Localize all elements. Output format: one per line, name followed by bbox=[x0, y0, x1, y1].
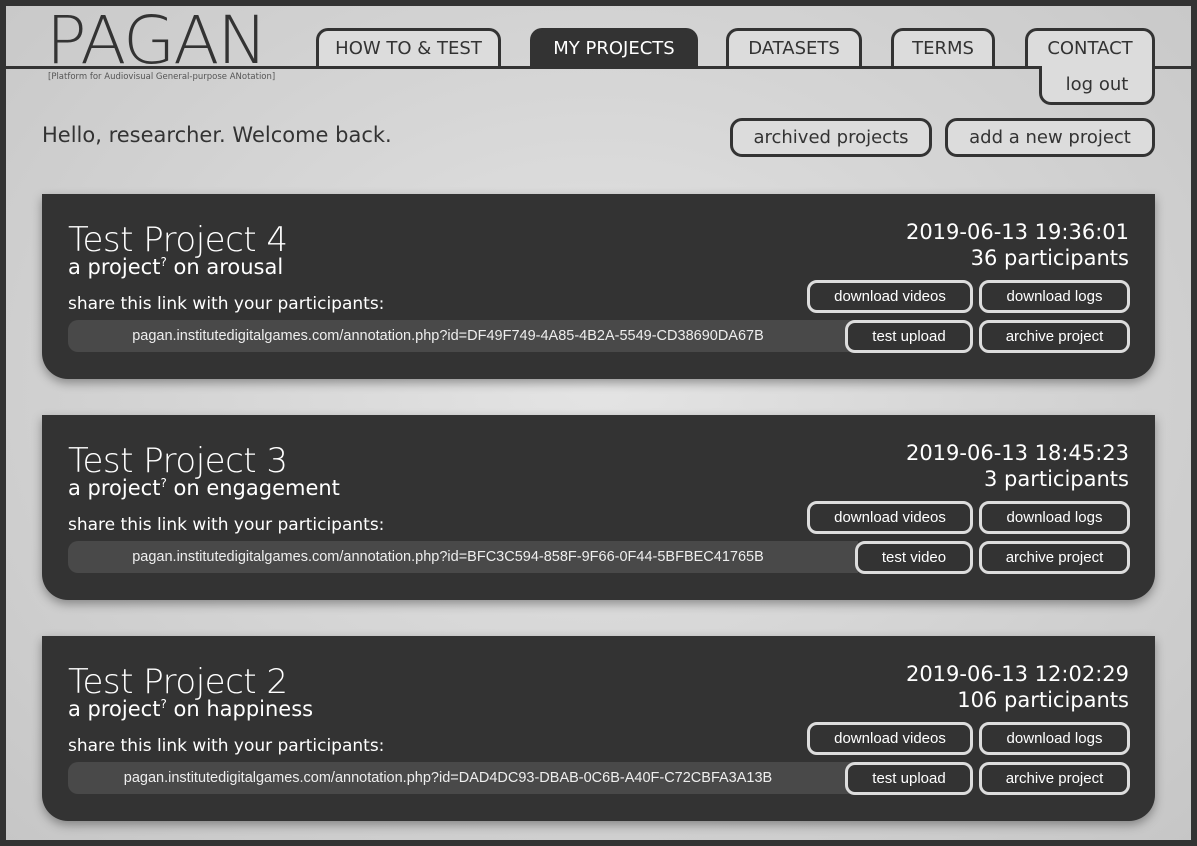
tab-contact[interactable]: CONTACT bbox=[1025, 28, 1155, 66]
participant-count: 36 participants bbox=[970, 246, 1129, 270]
logo[interactable]: PAGAN [Platform for Audiovisual General-… bbox=[46, 8, 275, 83]
participant-count: 3 participants bbox=[983, 467, 1129, 491]
tab-terms[interactable]: TERMS bbox=[891, 28, 995, 66]
test-upload-button[interactable]: test upload bbox=[845, 762, 973, 795]
archive-project-button[interactable]: archive project bbox=[979, 541, 1130, 574]
test-upload-button[interactable]: test upload bbox=[845, 320, 973, 353]
archive-project-button[interactable]: archive project bbox=[979, 320, 1130, 353]
logout-button[interactable]: log out bbox=[1039, 66, 1155, 105]
download-logs-button[interactable]: download logs bbox=[979, 280, 1130, 313]
subtitle-prefix: a project bbox=[68, 476, 161, 500]
share-link-field[interactable]: pagan.institutedigitalgames.com/annotati… bbox=[68, 541, 858, 573]
project-title: Test Project 4 bbox=[68, 220, 288, 260]
download-videos-button[interactable]: download videos bbox=[807, 501, 973, 534]
project-card: Test Project 2 a project? on happiness s… bbox=[42, 636, 1155, 821]
project-date: 2019-06-13 18:45:23 bbox=[905, 441, 1129, 465]
subtitle-topic: on happiness bbox=[166, 697, 314, 721]
subtitle-prefix: a project bbox=[68, 255, 161, 279]
project-card: Test Project 4 a project? on arousal sha… bbox=[42, 194, 1155, 379]
share-label: share this link with your participants: bbox=[68, 515, 385, 535]
archived-projects-button[interactable]: archived projects bbox=[730, 118, 932, 157]
participant-count: 106 participants bbox=[957, 688, 1129, 712]
tab-my-projects[interactable]: MY PROJECTS bbox=[530, 28, 698, 66]
test-video-button[interactable]: test video bbox=[855, 541, 973, 574]
project-subtitle: a project? on arousal bbox=[68, 255, 283, 279]
archive-project-button[interactable]: archive project bbox=[979, 762, 1130, 795]
project-date: 2019-06-13 12:02:29 bbox=[905, 662, 1129, 686]
project-title: Test Project 2 bbox=[68, 662, 288, 702]
download-logs-button[interactable]: download logs bbox=[979, 501, 1130, 534]
tab-datasets[interactable]: DATASETS bbox=[726, 28, 862, 66]
subtitle-topic: on engagement bbox=[166, 476, 340, 500]
tab-how-to-test[interactable]: HOW TO & TEST bbox=[316, 28, 501, 66]
project-subtitle: a project? on happiness bbox=[68, 697, 313, 721]
project-title: Test Project 3 bbox=[68, 441, 288, 481]
project-date: 2019-06-13 19:36:01 bbox=[905, 220, 1129, 244]
add-project-button[interactable]: add a new project bbox=[945, 118, 1155, 157]
share-link-field[interactable]: pagan.institutedigitalgames.com/annotati… bbox=[68, 762, 858, 794]
logo-title: PAGAN bbox=[46, 2, 268, 79]
download-logs-button[interactable]: download logs bbox=[979, 722, 1130, 755]
share-label: share this link with your participants: bbox=[68, 294, 385, 314]
subtitle-topic: on arousal bbox=[166, 255, 284, 279]
share-link-field[interactable]: pagan.institutedigitalgames.com/annotati… bbox=[68, 320, 858, 352]
project-card: Test Project 3 a project? on engagement … bbox=[42, 415, 1155, 600]
welcome-message: Hello, researcher. Welcome back. bbox=[42, 123, 392, 147]
subtitle-prefix: a project bbox=[68, 697, 161, 721]
download-videos-button[interactable]: download videos bbox=[807, 280, 973, 313]
project-subtitle: a project? on engagement bbox=[68, 476, 340, 500]
share-label: share this link with your participants: bbox=[68, 736, 385, 756]
download-videos-button[interactable]: download videos bbox=[807, 722, 973, 755]
